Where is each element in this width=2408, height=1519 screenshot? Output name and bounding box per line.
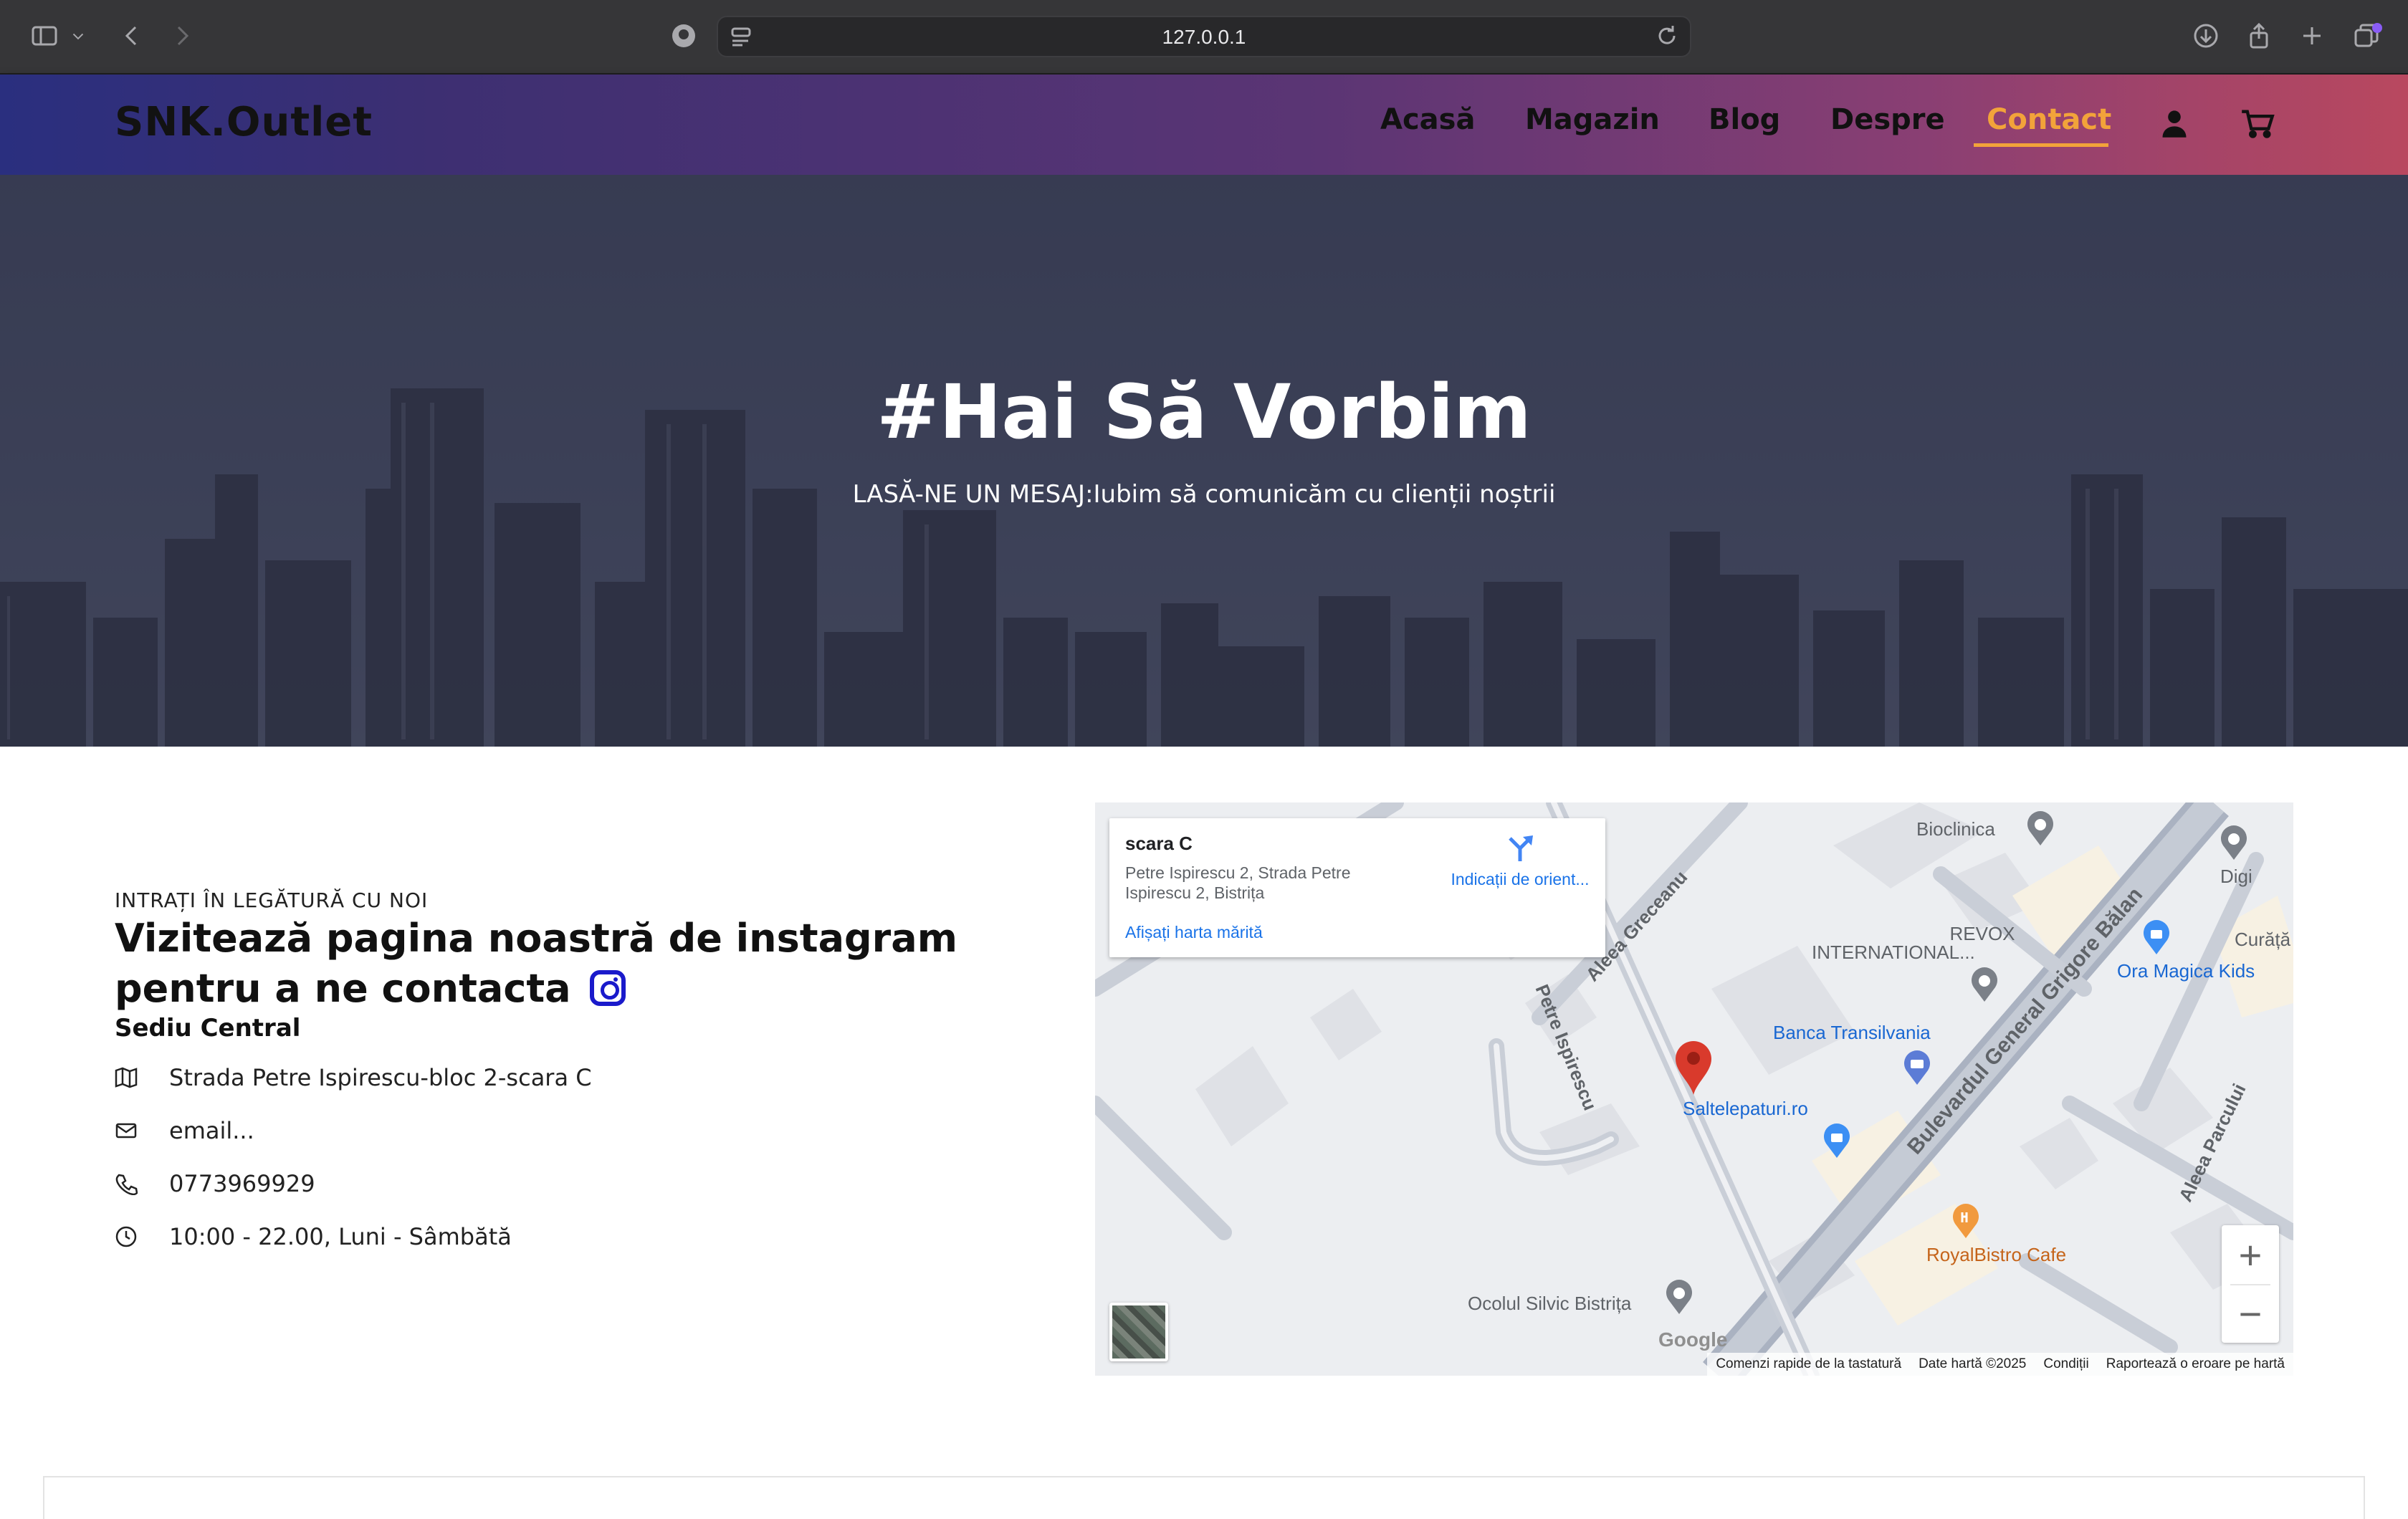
- phone-icon: [115, 1169, 169, 1198]
- notification-dot: [2372, 23, 2382, 33]
- chevron-down-icon[interactable]: [67, 21, 89, 53]
- poi-gray-marker-icon[interactable]: [2219, 825, 2249, 864]
- share-icon[interactable]: [2243, 21, 2275, 53]
- poi-gray-marker-icon[interactable]: [2025, 811, 2055, 850]
- hero-banner: #Hai Să Vorbim LASĂ-NE UN MESAJ:Iubim să…: [0, 175, 2408, 747]
- hours-text: 10:00 - 22.00, Luni - Sâmbătă: [169, 1223, 512, 1250]
- reload-icon[interactable]: [1651, 21, 1683, 53]
- hero-title: #Hai Să Vorbim: [876, 368, 1532, 456]
- report-error-link[interactable]: Raportează o eroare pe hartă: [2106, 1356, 2285, 1372]
- poi-revox-2[interactable]: INTERNATIONAL...: [1812, 941, 1975, 964]
- google-map[interactable]: Aleea Greceanu Petre Ispirescu Bulevardu…: [1095, 802, 2293, 1376]
- contact-info: INTRAȚI ÎN LEGĂTURĂ CU NOI Vizitează pag…: [115, 888, 1046, 1263]
- poi-shopping-marker-icon[interactable]: [1822, 1123, 1852, 1162]
- poi-gray-marker-icon[interactable]: [1664, 1280, 1694, 1318]
- poi-banca-transilvania[interactable]: Banca Transilvania: [1773, 1022, 1931, 1044]
- cart-icon[interactable]: [2240, 107, 2275, 139]
- map-icon: [115, 1063, 169, 1092]
- terms-link[interactable]: Condiții: [2043, 1356, 2088, 1372]
- tab-overview-icon[interactable]: [2351, 21, 2382, 53]
- phone-text[interactable]: 0773969929: [169, 1170, 315, 1197]
- map-attribution: Comenzi rapide de la tastatură Date hart…: [1707, 1353, 2293, 1376]
- poi-shopping-marker-icon[interactable]: [2141, 920, 2172, 959]
- active-link-underline: [1974, 143, 2108, 147]
- address-row: Strada Petre Ispirescu-bloc 2-scara C: [115, 1051, 1046, 1104]
- address-text: Strada Petre Ispirescu-bloc 2-scara C: [169, 1064, 592, 1091]
- mail-icon: [115, 1116, 169, 1145]
- headline-line-1: Vizitează pagina noastră de instagram: [115, 916, 958, 961]
- new-tab-icon[interactable]: [2296, 21, 2328, 53]
- poi-bioclinica[interactable]: Bioclinica: [1916, 818, 1995, 840]
- github-icon[interactable]: [668, 21, 699, 53]
- instagram-icon[interactable]: [590, 970, 626, 1006]
- poi-saltelepaturi[interactable]: Saltelepaturi.ro: [1683, 1098, 1808, 1120]
- sidebar-toggle-icon[interactable]: [29, 21, 60, 53]
- poi-gray-marker-icon[interactable]: [1969, 967, 2000, 1006]
- contact-kicker: INTRAȚI ÎN LEGĂTURĂ CU NOI: [115, 888, 429, 912]
- poi-ora-magica-kids[interactable]: Ora Magica Kids: [2117, 960, 2255, 982]
- zoom-separator: [2230, 1284, 2270, 1285]
- contact-headline: Vizitează pagina noastră de instagram pe…: [115, 914, 1046, 1014]
- nav-link-contact[interactable]: Contact: [1987, 103, 2111, 136]
- hours-row: 10:00 - 22.00, Luni - Sâmbătă: [115, 1210, 1046, 1263]
- zoom-controls: + −: [2222, 1225, 2279, 1343]
- next-section-border: [43, 1476, 2365, 1519]
- satellite-toggle-button[interactable]: [1109, 1303, 1168, 1361]
- view-larger-map-link[interactable]: Afișați harta mărită: [1125, 923, 1263, 942]
- poi-curata[interactable]: Curăță: [2235, 929, 2290, 951]
- browser-toolbar: 127.0.0.1: [0, 0, 2408, 75]
- clock-icon: [115, 1222, 169, 1251]
- location-pin-icon[interactable]: [1673, 1039, 1714, 1099]
- keyboard-shortcuts-link[interactable]: Comenzi rapide de la tastatură: [1716, 1356, 1901, 1372]
- nav-link-acasa[interactable]: Acasă: [1380, 103, 1475, 136]
- place-info-card: scara C Petre Ispirescu 2, Strada Petre …: [1109, 818, 1605, 957]
- headline-line-2: pentru a ne contacta: [115, 966, 571, 1011]
- place-title: scara C: [1125, 833, 1193, 854]
- place-address: Petre Ispirescu 2, Strada Petre Ispiresc…: [1125, 863, 1351, 902]
- directions-label: Indicații de orient...: [1451, 870, 1590, 888]
- nav-link-despre[interactable]: Despre: [1830, 103, 1945, 136]
- back-icon[interactable]: [116, 21, 148, 53]
- poi-bank-marker-icon[interactable]: [1902, 1050, 1932, 1089]
- forward-icon[interactable]: [166, 21, 198, 53]
- email-row: email...: [115, 1104, 1046, 1157]
- hero-subtitle: LASĂ-NE UN MESAJ:Iubim să comunicăm cu c…: [852, 480, 1556, 509]
- site-header: SNK.Outlet Acasă Magazin Blog Despre Con…: [0, 75, 2408, 175]
- hero-overlay: [0, 175, 2408, 747]
- map-data-text: Date hartă ©2025: [1919, 1356, 2027, 1371]
- email-text[interactable]: email...: [169, 1117, 254, 1144]
- zoom-out-button[interactable]: −: [2222, 1284, 2279, 1343]
- phone-row: 0773969929: [115, 1157, 1046, 1210]
- hq-title: Sediu Central: [115, 1014, 301, 1043]
- brand-logo[interactable]: SNK.Outlet: [115, 99, 373, 145]
- url-text: 127.0.0.1: [1162, 26, 1246, 48]
- directions-icon: [1509, 835, 1533, 861]
- user-icon[interactable]: [2159, 107, 2190, 139]
- poi-ocolul-silvic[interactable]: Ocolul Silvic Bistrița: [1468, 1293, 1631, 1315]
- poi-royalbistro-cafe[interactable]: RoyalBistro Cafe: [1926, 1244, 2066, 1266]
- nav-link-blog[interactable]: Blog: [1709, 103, 1780, 136]
- zoom-in-button[interactable]: +: [2222, 1225, 2279, 1284]
- address-bar[interactable]: 127.0.0.1: [717, 16, 1691, 57]
- download-icon[interactable]: [2190, 21, 2222, 53]
- poi-digi[interactable]: Digi: [2220, 866, 2252, 888]
- poi-restaurant-marker-icon[interactable]: [1951, 1204, 1981, 1242]
- google-logo: Google: [1658, 1328, 1728, 1351]
- directions-button[interactable]: Indicații de orient...: [1438, 833, 1602, 889]
- nav-link-magazin[interactable]: Magazin: [1525, 103, 1660, 136]
